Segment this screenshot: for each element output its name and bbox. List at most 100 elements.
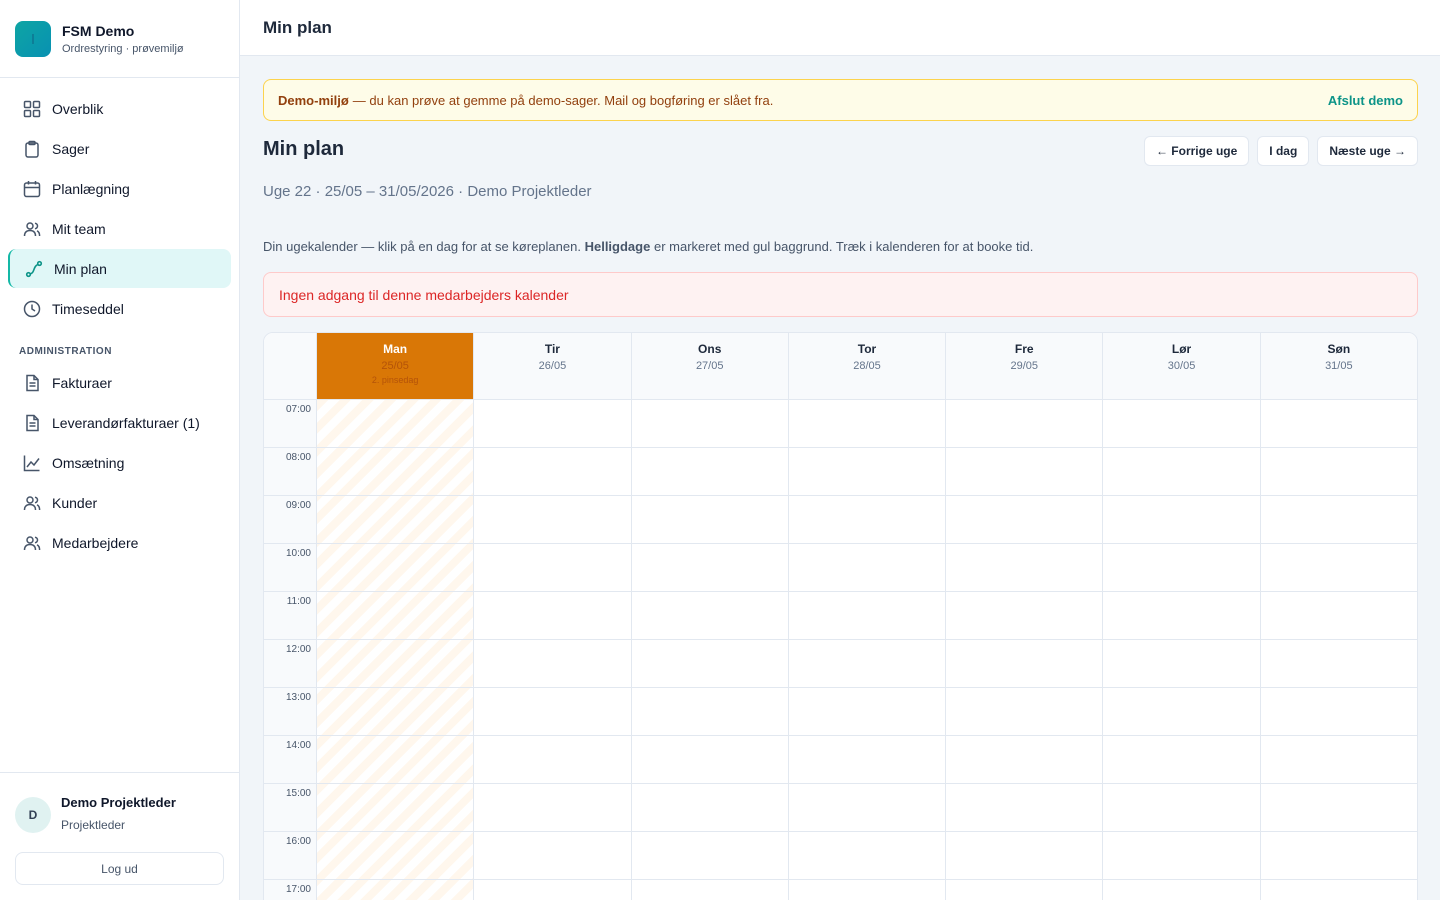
sidebar-item-omsaetning[interactable]: Omsætning (8, 443, 231, 482)
time-cell[interactable] (788, 640, 946, 688)
time-cell[interactable] (788, 592, 946, 640)
time-cell[interactable] (1260, 544, 1417, 592)
time-cell[interactable] (474, 736, 631, 784)
time-cell[interactable] (946, 592, 1103, 640)
time-cell[interactable] (788, 496, 946, 544)
time-cell[interactable] (474, 832, 631, 880)
time-cell[interactable] (1260, 592, 1417, 640)
day-header-ons[interactable]: Ons 27/05 (632, 333, 789, 399)
day-column-fre[interactable] (946, 400, 1104, 900)
time-cell[interactable] (317, 400, 474, 448)
time-cell[interactable] (474, 400, 631, 448)
time-cell[interactable] (946, 544, 1103, 592)
exit-demo-link[interactable]: Afslut demo (1328, 93, 1403, 108)
time-cell[interactable] (631, 640, 788, 688)
time-cell[interactable] (1260, 688, 1417, 736)
time-cell[interactable] (946, 784, 1103, 832)
day-column-tir[interactable] (474, 400, 632, 900)
time-cell[interactable] (474, 784, 631, 832)
today-button[interactable]: I dag (1257, 136, 1310, 166)
time-cell[interactable] (788, 832, 946, 880)
previous-week-button[interactable]: ← Forrige uge (1143, 136, 1250, 166)
day-header-son[interactable]: Søn 31/05 (1261, 333, 1417, 399)
day-header-lor[interactable]: Lør 30/05 (1103, 333, 1261, 399)
time-cell[interactable] (631, 400, 788, 448)
sidebar-item-leverandorfakturaer[interactable]: Leverandørfakturaer (1) (8, 403, 231, 442)
time-cell[interactable] (1103, 784, 1260, 832)
time-cell[interactable] (1103, 640, 1260, 688)
day-header-man[interactable]: Man 25/05 2. pinsedag (317, 333, 475, 399)
time-cell[interactable] (317, 736, 474, 784)
sidebar-item-kunder[interactable]: Kunder (8, 483, 231, 522)
time-cell[interactable] (631, 784, 788, 832)
time-cell[interactable] (474, 496, 631, 544)
sidebar-item-min-plan[interactable]: Min plan (8, 249, 231, 288)
time-cell[interactable] (946, 832, 1103, 880)
time-cell[interactable] (1103, 592, 1260, 640)
day-column-lør[interactable] (1103, 400, 1261, 900)
time-cell[interactable] (1103, 736, 1260, 784)
day-column-man[interactable] (317, 400, 475, 900)
time-cell[interactable] (317, 592, 474, 640)
time-cell[interactable] (1260, 400, 1417, 448)
time-cell[interactable] (1103, 544, 1260, 592)
day-header-tor[interactable]: Tor 28/05 (789, 333, 947, 399)
time-cell[interactable] (946, 448, 1103, 496)
time-cell[interactable] (317, 448, 474, 496)
time-cell[interactable] (946, 400, 1103, 448)
time-cell[interactable] (1103, 880, 1259, 900)
time-cell[interactable] (788, 448, 946, 496)
day-column-søn[interactable] (1260, 400, 1417, 900)
time-cell[interactable] (631, 592, 788, 640)
time-cell[interactable] (317, 880, 473, 900)
time-cell[interactable] (474, 688, 631, 736)
time-cell[interactable] (1260, 640, 1417, 688)
time-cell[interactable] (789, 880, 945, 900)
time-cell[interactable] (946, 880, 1102, 900)
sidebar-item-fakturaer[interactable]: Fakturaer (8, 363, 231, 402)
time-cell[interactable] (788, 784, 946, 832)
time-cell[interactable] (1260, 832, 1417, 880)
time-cell[interactable] (788, 736, 946, 784)
time-cell[interactable] (474, 592, 631, 640)
time-cell[interactable] (946, 640, 1103, 688)
day-header-fre[interactable]: Fre 29/05 (946, 333, 1104, 399)
sidebar-item-sager[interactable]: Sager (8, 129, 231, 168)
sidebar-item-medarbejdere[interactable]: Medarbejdere (8, 523, 231, 562)
time-cell[interactable] (946, 496, 1103, 544)
sidebar-item-mit-team[interactable]: Mit team (8, 209, 231, 248)
brand[interactable]: FSM Demo Ordrestyring · prøvemiljø (0, 0, 239, 78)
time-cell[interactable] (317, 832, 474, 880)
time-cell[interactable] (1260, 448, 1417, 496)
time-cell[interactable] (1103, 496, 1260, 544)
time-cell[interactable] (631, 688, 788, 736)
sidebar-item-planlaegning[interactable]: Planlægning (8, 169, 231, 208)
time-cell[interactable] (631, 832, 788, 880)
time-cell[interactable] (317, 784, 474, 832)
time-cell[interactable] (788, 544, 946, 592)
time-cell[interactable] (1260, 496, 1417, 544)
time-cell[interactable] (474, 544, 631, 592)
time-cell[interactable] (1260, 784, 1417, 832)
time-cell[interactable] (1260, 736, 1417, 784)
time-cell[interactable] (474, 640, 631, 688)
time-cell[interactable] (631, 448, 788, 496)
time-cell[interactable] (1103, 832, 1260, 880)
time-cell[interactable] (788, 400, 946, 448)
time-cell[interactable] (946, 736, 1103, 784)
time-cell[interactable] (317, 496, 474, 544)
time-cell[interactable] (631, 496, 788, 544)
time-cell[interactable] (1103, 688, 1260, 736)
time-cell[interactable] (317, 640, 474, 688)
time-cell[interactable] (1103, 400, 1260, 448)
time-cell[interactable] (474, 448, 631, 496)
time-cell[interactable] (1103, 448, 1260, 496)
day-column-ons[interactable] (631, 400, 789, 900)
time-cell[interactable] (946, 688, 1103, 736)
logout-button[interactable]: Log ud (15, 852, 224, 885)
time-cell[interactable] (631, 544, 788, 592)
day-column-tor[interactable] (788, 400, 947, 900)
time-cell[interactable] (317, 544, 474, 592)
time-cell[interactable] (631, 736, 788, 784)
next-week-button[interactable]: Næste uge → (1317, 136, 1418, 166)
